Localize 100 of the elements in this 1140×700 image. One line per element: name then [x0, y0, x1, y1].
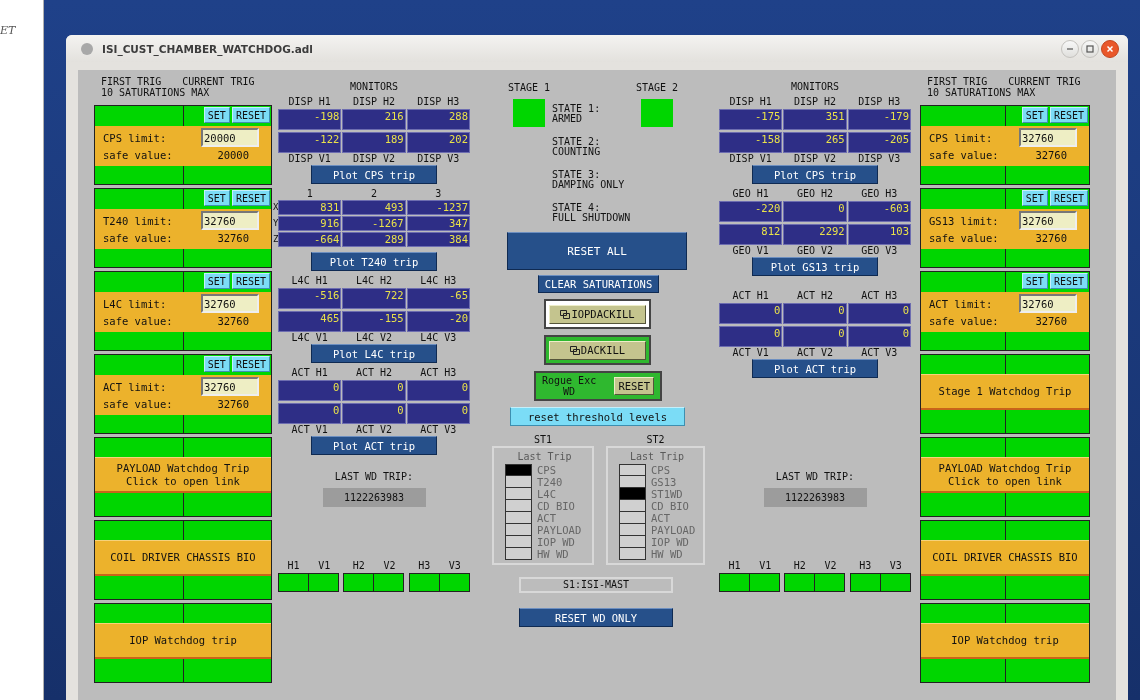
minimize-button[interactable]: [1061, 39, 1079, 58]
monitor-value: -20: [406, 311, 470, 332]
window-stack-icon: [569, 345, 580, 355]
reset-button[interactable]: RESET: [231, 273, 270, 289]
limit-label: CPS limit:: [929, 131, 993, 144]
monitor-value: 103: [847, 224, 911, 245]
channel-label: GEO H3: [860, 188, 899, 199]
monitor-value: 493: [342, 200, 406, 215]
reset-button[interactable]: RESET: [231, 107, 270, 123]
link-button[interactable]: IOP Watchdog trip: [95, 623, 271, 659]
limit-field[interactable]: 32760: [1019, 294, 1077, 313]
reset-button[interactable]: RESET: [231, 190, 270, 206]
monitor-value: -122: [278, 132, 342, 153]
monitor-value: 265: [783, 132, 847, 153]
indicator-label: V3: [448, 560, 461, 571]
link-button[interactable]: PAYLOAD Watchdog Trip Click to open link: [95, 457, 271, 493]
limit-label: T240 limit:: [103, 214, 173, 227]
monitor-value: 831: [278, 200, 342, 215]
link-button[interactable]: COIL DRIVER CHASSIS BIO: [921, 540, 1089, 576]
indicator-label: H2: [352, 560, 365, 571]
plot-button[interactable]: Plot ACT trip: [311, 436, 437, 455]
limit-label: ACT limit:: [103, 380, 167, 393]
column-subheading: 10 SATURATIONS MAX: [100, 87, 211, 98]
window-icon: [81, 42, 93, 55]
limit-label: CPS limit:: [103, 131, 167, 144]
limit-field[interactable]: 32760: [201, 294, 259, 313]
reset-button[interactable]: RESET: [231, 356, 270, 372]
monitor-value: 812: [719, 224, 783, 245]
set-button[interactable]: SET: [1021, 273, 1048, 289]
plot-button[interactable]: Plot T240 trip: [311, 252, 437, 271]
safe-value: 32760: [1035, 315, 1067, 327]
indicator-label: V3: [889, 560, 902, 571]
reset-button[interactable]: RESET: [1049, 273, 1088, 289]
monitor-value: 0: [719, 326, 783, 347]
set-button[interactable]: SET: [1021, 190, 1048, 206]
monitor-value: 0: [278, 403, 342, 424]
trip-label: CD BIO: [651, 500, 689, 512]
kill-button[interactable]: IOPDACKILL: [549, 304, 646, 324]
channel-label: 1: [305, 188, 314, 199]
plot-button[interactable]: Plot L4C trip: [311, 344, 437, 363]
safe-value: 20000: [217, 149, 249, 161]
safe-value: 32760: [217, 315, 249, 327]
trip-label: PAYLOAD: [537, 524, 582, 536]
monitor-value: -220: [719, 201, 783, 222]
trip-label: L4C: [537, 488, 556, 500]
set-button[interactable]: SET: [203, 190, 230, 206]
channel-label: DISP V2: [351, 153, 397, 164]
channel-label: L4C H1: [290, 275, 329, 286]
kill-button[interactable]: DACKILL: [549, 340, 646, 360]
monitor-value: 0: [406, 403, 470, 424]
link-button[interactable]: PAYLOAD Watchdog Trip Click to open link: [921, 457, 1089, 493]
limit-field[interactable]: 20000: [201, 128, 259, 147]
monitor-value: 0: [278, 380, 342, 401]
channel-label: ACT H3: [419, 367, 458, 378]
reset-wd-button[interactable]: RESET WD ONLY: [519, 608, 673, 627]
monitor-value: 0: [406, 380, 470, 401]
limit-field[interactable]: 32760: [1019, 128, 1077, 147]
stage-label: STAGE 1: [507, 83, 551, 93]
set-button[interactable]: SET: [203, 107, 230, 123]
trip-label: HW WD: [651, 548, 683, 560]
channel-label: ACT V3: [419, 424, 458, 435]
clear-saturations-button[interactable]: CLEAR SATURATIONS: [538, 275, 659, 293]
set-button[interactable]: SET: [203, 356, 230, 372]
safe-value: 32760: [1035, 232, 1067, 244]
reset-button[interactable]: RESET: [1049, 190, 1088, 206]
plot-button[interactable]: Plot ACT trip: [752, 359, 878, 378]
last-trip-title: Last Trip: [517, 451, 572, 462]
column-heading: CURRENT TRIG: [182, 76, 255, 87]
limit-field[interactable]: 32760: [1019, 211, 1077, 230]
state-name: COUNTING: [552, 147, 602, 157]
reset-button[interactable]: RESET: [614, 377, 654, 395]
monitor-value: -205: [847, 132, 911, 153]
set-button[interactable]: SET: [1021, 107, 1048, 123]
reset-threshold-button[interactable]: reset threshold levels: [510, 407, 685, 426]
reset-all-button[interactable]: RESET ALL: [507, 232, 687, 270]
safe-label: safe value:: [103, 315, 173, 327]
plot-button[interactable]: Plot GS13 trip: [752, 257, 878, 276]
column-subheading: 10 SATURATIONS MAX: [926, 87, 1037, 98]
close-button[interactable]: [1101, 39, 1119, 58]
link-button[interactable]: COIL DRIVER CHASSIS BIO: [95, 540, 271, 576]
limit-label: GS13 limit:: [929, 214, 999, 227]
plot-button[interactable]: Plot CPS trip: [311, 165, 437, 184]
monitor-value: -1237: [406, 200, 470, 215]
limit-field[interactable]: 32760: [201, 211, 259, 230]
trip-label: CD BIO: [537, 500, 575, 512]
channel-label: L4C H2: [354, 275, 394, 286]
set-button[interactable]: SET: [203, 273, 230, 289]
maximize-button[interactable]: [1081, 39, 1099, 58]
channel-label: ACT V2: [795, 347, 835, 358]
reset-button[interactable]: RESET: [1049, 107, 1088, 123]
safe-label: safe value:: [103, 149, 173, 161]
link-button[interactable]: Stage 1 Watchdog Trip: [921, 374, 1089, 410]
limit-field[interactable]: 32760: [201, 377, 259, 396]
last-trip-label: LAST WD TRIP:: [334, 471, 414, 483]
monitor-value: -664: [278, 232, 342, 247]
plot-button[interactable]: Plot CPS trip: [752, 165, 878, 184]
link-button[interactable]: IOP Watchdog trip: [921, 623, 1089, 659]
safe-value: 32760: [217, 398, 249, 410]
channel-label: GEO V2: [795, 245, 835, 256]
channel-label: ACT V2: [354, 424, 394, 435]
